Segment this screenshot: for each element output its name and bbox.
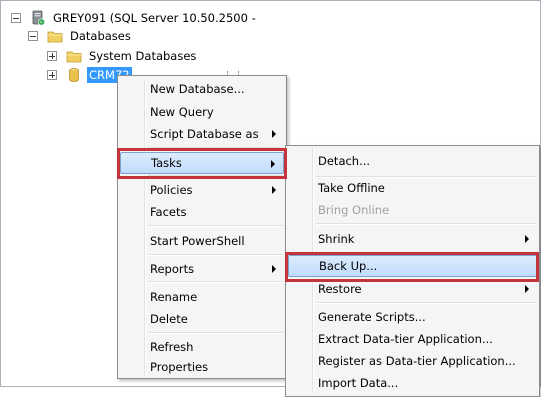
- menu-item-properties[interactable]: Properties: [120, 358, 284, 376]
- menu-item-reports[interactable]: Reports: [120, 258, 284, 280]
- menu-item-label: Register as Data-tier Application...: [318, 354, 516, 368]
- menu-item-detach[interactable]: Detach...: [288, 150, 537, 172]
- tree-node-server[interactable]: GREY091 (SQL Server 10.50.2500 -: [11, 9, 258, 27]
- menu-separator: [148, 147, 283, 149]
- folder-icon: [47, 31, 63, 43]
- menu-item-label: Reports: [150, 262, 195, 276]
- menu-item-label: Take Offline: [318, 181, 385, 195]
- menu-item-start-powershell[interactable]: Start PowerShell: [120, 230, 284, 252]
- database-icon: [69, 68, 79, 82]
- databases-label: Databases: [70, 29, 131, 43]
- menu-item-label: Rename: [150, 290, 198, 304]
- tree-node-system-databases[interactable]: System Databases: [47, 47, 198, 65]
- server-icon: [32, 10, 46, 26]
- menu-item-import-data[interactable]: Import Data...: [288, 372, 537, 394]
- menu-item-script-database-as[interactable]: Script Database as: [120, 123, 284, 145]
- submenu-arrow-icon: [525, 235, 529, 243]
- menu-separator: [316, 252, 536, 254]
- menu-item-tasks[interactable]: Tasks: [120, 152, 284, 174]
- expand-icon[interactable]: [47, 70, 57, 80]
- collapse-icon[interactable]: [28, 31, 38, 41]
- menu-item-label: Policies: [150, 183, 193, 197]
- menu-item-restore[interactable]: Restore: [288, 278, 537, 300]
- menu-item-label: Delete: [150, 312, 188, 326]
- submenu-arrow-icon: [272, 130, 276, 138]
- menu-item-label: New Query: [150, 105, 214, 119]
- menu-separator: [148, 332, 283, 334]
- menu-item-label: Import Data...: [318, 376, 399, 390]
- menu-item-label: Properties: [150, 360, 209, 374]
- menu-item-rename[interactable]: Rename: [120, 286, 284, 308]
- submenu-arrow-icon: [271, 160, 275, 168]
- menu-item-label: Facets: [150, 205, 187, 219]
- menu-separator: [148, 254, 283, 256]
- database-context-menu: New Database... New Query Script Databas…: [117, 75, 287, 379]
- menu-item-refresh[interactable]: Refresh: [120, 336, 284, 358]
- menu-separator: [148, 281, 283, 283]
- menu-item-label: Script Database as: [150, 127, 259, 141]
- collapse-icon[interactable]: [11, 13, 21, 23]
- menu-item-label: New Database...: [150, 82, 245, 96]
- menu-item-take-offline[interactable]: Take Offline: [288, 177, 537, 199]
- menu-item-bring-online: Bring Online: [288, 199, 537, 221]
- menu-item-label: Tasks: [151, 156, 182, 170]
- menu-item-generate-scripts[interactable]: Generate Scripts...: [288, 306, 537, 328]
- tree-node-databases[interactable]: Databases: [28, 27, 133, 45]
- submenu-arrow-icon: [525, 285, 529, 293]
- menu-item-label: Start PowerShell: [150, 234, 245, 248]
- menu-separator: [316, 302, 536, 304]
- menu-item-register-data-tier[interactable]: Register as Data-tier Application...: [288, 350, 537, 372]
- menu-separator: [148, 175, 283, 177]
- menu-item-label: Generate Scripts...: [318, 310, 426, 324]
- expand-icon[interactable]: [47, 51, 57, 61]
- menu-separator: [148, 225, 283, 227]
- menu-separator: [316, 223, 536, 225]
- submenu-arrow-icon: [272, 265, 276, 273]
- menu-item-label: Detach...: [318, 154, 371, 168]
- menu-item-facets[interactable]: Facets: [120, 201, 284, 223]
- menu-item-label: Bring Online: [318, 203, 390, 217]
- menu-item-new-query[interactable]: New Query: [120, 101, 284, 123]
- menu-item-shrink[interactable]: Shrink: [288, 228, 537, 250]
- menu-item-policies[interactable]: Policies: [120, 179, 284, 201]
- menu-item-new-database[interactable]: New Database...: [120, 78, 284, 100]
- submenu-arrow-icon: [272, 186, 276, 194]
- menu-item-extract-data-tier[interactable]: Extract Data-tier Application...: [288, 328, 537, 350]
- menu-item-label: Restore: [318, 282, 362, 296]
- system-databases-label: System Databases: [89, 49, 197, 63]
- menu-item-label: Refresh: [150, 340, 194, 354]
- menu-item-delete[interactable]: Delete: [120, 308, 284, 330]
- server-label: GREY091 (SQL Server 10.50.2500 -: [53, 11, 256, 25]
- menu-item-back-up[interactable]: Back Up...: [288, 255, 537, 277]
- menu-item-label: Back Up...: [319, 259, 378, 273]
- tasks-submenu: Detach... Take Offline Bring Online Shri…: [285, 145, 540, 397]
- menu-item-label: Shrink: [318, 232, 355, 246]
- folder-icon: [66, 51, 82, 63]
- menu-item-label: Extract Data-tier Application...: [318, 332, 493, 346]
